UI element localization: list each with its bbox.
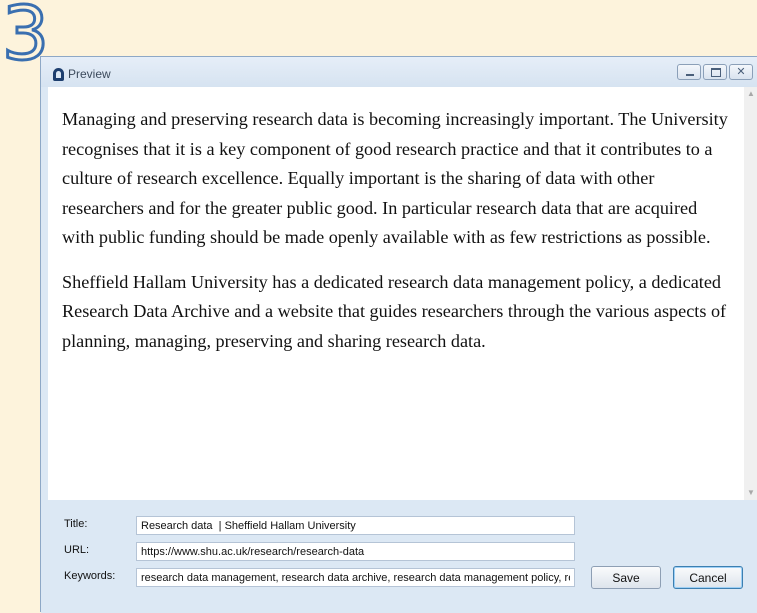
url-input[interactable] [136, 542, 575, 561]
keywords-input[interactable] [136, 568, 575, 587]
paragraph: Managing and preserving research data is… [62, 109, 728, 247]
minimize-button[interactable] [677, 64, 701, 80]
url-label: URL: [64, 544, 90, 556]
window-controls: ✕ [677, 64, 753, 80]
title-input[interactable] [136, 516, 575, 535]
title-bar: Preview ✕ [41, 57, 757, 87]
scroll-down-arrow-icon[interactable]: ▼ [744, 486, 757, 500]
metadata-form: Title: URL: Keywords: Save Cancel [41, 500, 757, 613]
vertical-scrollbar[interactable]: ▲ ▼ [744, 87, 757, 500]
preview-content: Managing and preserving research data is… [48, 87, 744, 500]
keywords-label: Keywords: [64, 570, 116, 582]
maximize-icon [711, 68, 721, 77]
close-icon: ✕ [736, 66, 746, 78]
app-icon [53, 68, 64, 81]
minimize-icon [686, 74, 694, 76]
preview-window: Preview ✕ Managing and preserving resear… [40, 56, 757, 613]
title-label: Title: [64, 518, 88, 530]
close-button[interactable]: ✕ [729, 64, 753, 80]
maximize-button[interactable] [703, 64, 727, 80]
save-button[interactable]: Save [591, 566, 661, 589]
cancel-button[interactable]: Cancel [673, 566, 743, 589]
scroll-up-arrow-icon[interactable]: ▲ [744, 87, 757, 101]
window-title: Preview [68, 67, 111, 81]
article-text: Managing and preserving research data is… [62, 105, 734, 371]
paragraph: Sheffield Hallam University has a dedica… [62, 271, 727, 351]
